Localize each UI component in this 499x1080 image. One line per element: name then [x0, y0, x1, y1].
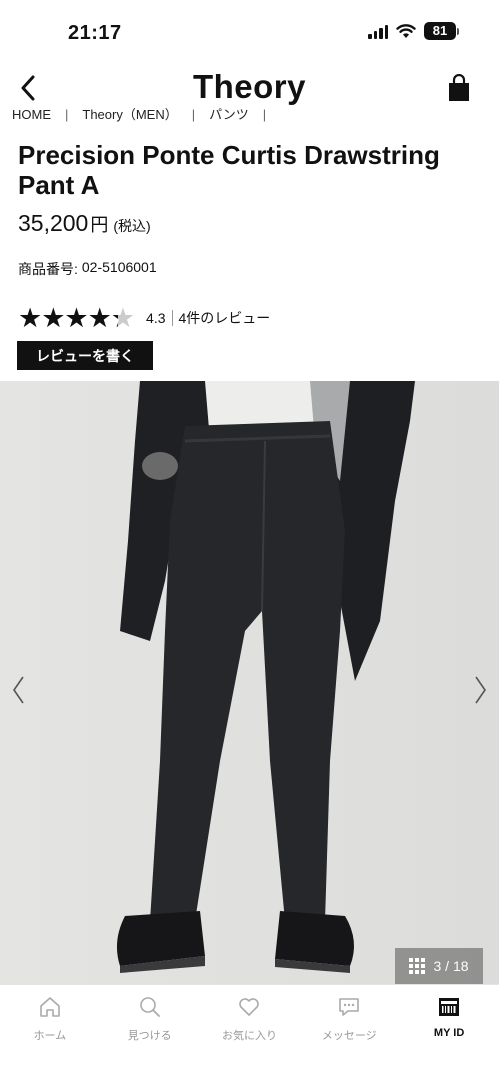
status-icons: 81: [368, 22, 459, 40]
status-time: 21:17: [68, 22, 122, 44]
gallery-next-button[interactable]: [469, 668, 493, 712]
product-image-gallery[interactable]: [0, 381, 499, 984]
gallery-prev-button[interactable]: [6, 668, 30, 712]
breadcrumb-separator: |: [65, 108, 69, 122]
tab-my-id[interactable]: MY ID: [399, 985, 499, 1080]
search-icon: [136, 993, 164, 1021]
gallery-counter-button[interactable]: 3 / 18: [395, 948, 483, 984]
wifi-icon: [396, 24, 416, 38]
product-price: 35,200: [18, 210, 89, 236]
review-count-link[interactable]: 4件のレビュー: [179, 308, 271, 328]
breadcrumb-category[interactable]: パンツ: [209, 108, 249, 122]
tab-label: MY ID: [433, 1027, 465, 1039]
price-tax-note: (税込): [113, 218, 151, 234]
price-row: 35,200 円 (税込): [18, 210, 151, 237]
tab-messages[interactable]: メッセージ: [299, 985, 399, 1080]
tab-label: ホーム: [33, 1030, 67, 1042]
rating-value: 4.3: [146, 310, 166, 326]
tab-label: 見つける: [127, 1030, 172, 1042]
brand-logo[interactable]: Theory: [0, 68, 499, 106]
battery-icon: 81: [424, 22, 459, 40]
chevron-left-icon: [13, 676, 24, 704]
product-sku: 商品番号: 02-5106001: [18, 259, 157, 279]
rating-divider: [171, 310, 173, 326]
battery-level: 81: [424, 22, 456, 40]
tab-home[interactable]: ホーム: [0, 985, 100, 1080]
chevron-right-icon: [475, 676, 486, 704]
bottom-tab-bar: ホーム 見つける お気に入り メッセージ MY ID: [0, 984, 499, 1080]
id-card-icon: [435, 993, 463, 1021]
breadcrumb-home[interactable]: HOME: [12, 108, 51, 122]
tab-discover[interactable]: 見つける: [100, 985, 200, 1080]
breadcrumb: HOME | Theory（MEN） | パンツ |: [12, 108, 266, 122]
sku-label: 商品番号:: [18, 261, 78, 277]
product-photo: [0, 381, 499, 984]
shopping-bag-button[interactable]: [445, 72, 473, 104]
tab-favorites[interactable]: お気に入り: [200, 985, 300, 1080]
gallery-counter: 3 / 18: [433, 958, 469, 974]
status-bar: 21:17 81: [0, 0, 499, 58]
price-currency: 円: [90, 215, 109, 235]
tab-label: お気に入り: [221, 1030, 277, 1042]
breadcrumb-brand[interactable]: Theory（MEN）: [82, 108, 177, 122]
cellular-signal-icon: [368, 23, 388, 39]
tab-label: メッセージ: [321, 1030, 377, 1042]
shopping-bag-icon: [449, 74, 469, 101]
home-icon: [36, 993, 64, 1021]
breadcrumb-separator: |: [262, 108, 267, 122]
rating-row[interactable]: ★★★★★ ★★★★★ 4.3 4件のレビュー: [18, 303, 271, 333]
heart-icon: [235, 993, 263, 1021]
grid-icon: [409, 958, 426, 974]
app-header: Theory: [0, 58, 499, 110]
message-icon: [335, 993, 363, 1021]
write-review-button[interactable]: レビューを書く: [17, 341, 153, 370]
sku-value: 02-5106001: [81, 259, 157, 275]
rating-stars: ★★★★★ ★★★★★: [18, 303, 135, 333]
breadcrumb-separator: |: [191, 108, 196, 122]
product-title: Precision Ponte Curtis Drawstring Pant A: [18, 140, 440, 200]
